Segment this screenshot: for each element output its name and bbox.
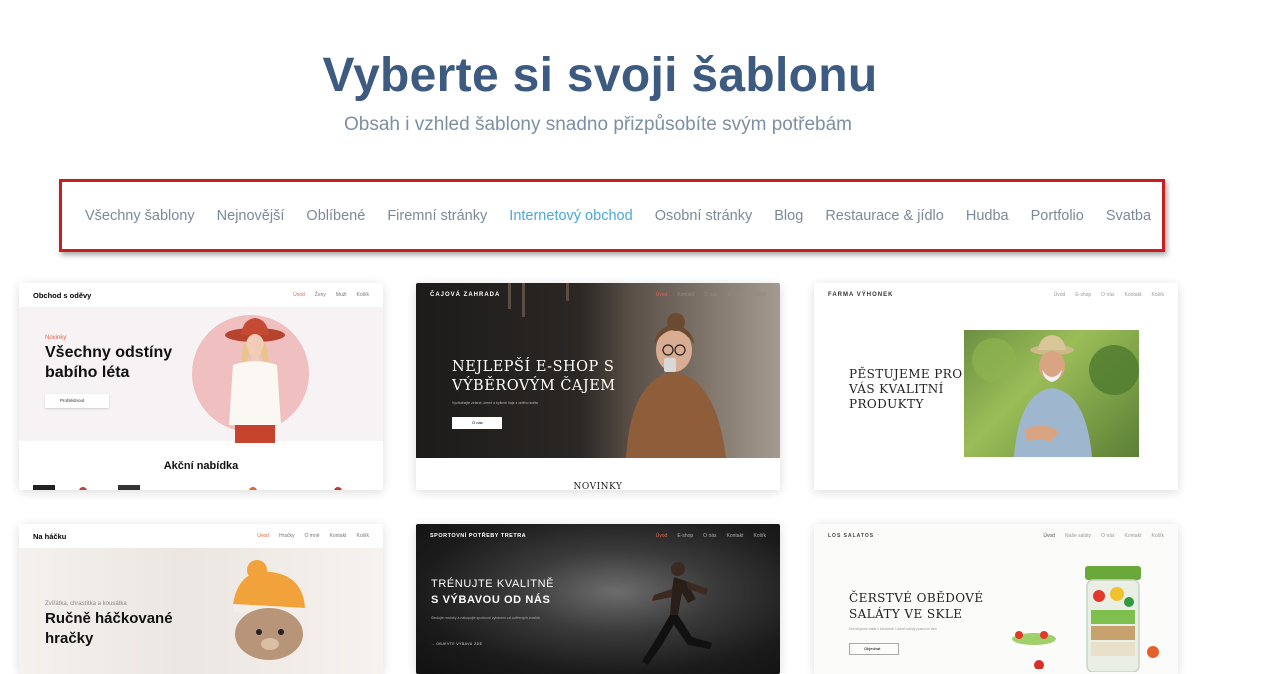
template-brand: FARMA VÝHONEK — [828, 292, 1054, 298]
hero-title-line: Všechny odstíny — [45, 343, 195, 363]
hero-kicker: Zvířátka, chrastítka a kousátka — [45, 601, 127, 607]
about-button: O nás — [452, 417, 502, 429]
hero-title: Ručně háčkované hračky — [45, 609, 173, 649]
nav-link: Muži — [336, 292, 347, 298]
hero-title-line: SALÁTY VE SKLE — [849, 606, 984, 622]
hero-title: Všechny odstíny babího léta — [45, 343, 195, 383]
template-brand: ČAJOVÁ ZAHRADA — [430, 292, 656, 298]
hero-title: PĚSTUJEME PRO VÁS KVALITNÍ PRODUKTY — [849, 367, 962, 412]
farmer-photo — [964, 330, 1139, 457]
nav-link: E-shop — [1075, 292, 1091, 298]
nav-link: Úvod — [656, 533, 668, 539]
nav-link: Kontakt — [727, 533, 744, 539]
hero-title-line: ČERSTVÉ OBĚDOVÉ — [849, 590, 984, 606]
nav-link: Kontakt — [677, 292, 694, 298]
nav-link: Kontakt — [330, 533, 347, 539]
template-card-crochet-toys[interactable]: Na háčku Úvod Hračky O mně Kontakt Košík… — [19, 524, 383, 674]
filter-newest[interactable]: Nejnovější — [206, 208, 296, 224]
filter-blog[interactable]: Blog — [763, 208, 814, 224]
template-card-sports-shop[interactable]: SPORTOVNÍ POTŘEBY TRETRA Úvod E-shop O n… — [416, 524, 780, 674]
vegetables-image — [1004, 619, 1064, 669]
template-nav: Na háčku Úvod Hračky O mně Kontakt Košík — [19, 524, 383, 548]
nav-link: O nás — [1101, 292, 1114, 298]
nav-link: Košík — [1151, 533, 1164, 539]
template-nav: FARMA VÝHONEK Úvod E-shop O nás Kontakt … — [814, 283, 1178, 307]
nav-link: O nás — [1101, 533, 1114, 539]
nav-link: O mně — [305, 533, 320, 539]
template-brand: LOS SALATOS — [828, 533, 1043, 539]
hero-title-line: TRÉNUJTE KVALITNĚ — [431, 576, 554, 592]
hero-title-line: PĚSTUJEME PRO — [849, 367, 962, 382]
order-button: Objednat — [849, 643, 899, 655]
nav-link: Naše saláty — [1065, 533, 1091, 539]
hero-kicker: Novinky — [45, 335, 66, 341]
filter-popular[interactable]: Oblíbené — [295, 208, 376, 224]
filter-music[interactable]: Hudba — [955, 208, 1020, 224]
nav-link: Úvod — [1054, 292, 1066, 298]
hero-description: Vychutnejte zelené, černé a bylinné čaje… — [452, 401, 538, 405]
nav-link: Košík — [356, 533, 369, 539]
template-brand: Na háčku — [33, 532, 257, 541]
nav-link: Úvod — [257, 533, 269, 539]
hero-title: ČERSTVÉ OBĚDOVÉ SALÁTY VE SKLE — [849, 590, 984, 622]
nav-link: Košík — [753, 533, 766, 539]
hero-title-line: Ručně háčkované — [45, 609, 173, 629]
nav-link: E-shop — [728, 292, 744, 298]
hero-title: NEJLEPŠÍ E-SHOP S VÝBĚROVÝM ČAJEM — [452, 358, 616, 396]
salad-jar-image — [1069, 552, 1159, 672]
page-title: Vyberte si svoji šablonu — [0, 48, 1200, 103]
nav-link: Úvod — [656, 292, 668, 298]
hero-description: Doručujeme salát v kanceláři i domů každ… — [849, 627, 937, 631]
nav-link: Ženy — [315, 292, 326, 298]
nav-link: Kontakt — [1125, 533, 1142, 539]
hero-title-line: babího léta — [45, 363, 195, 383]
nav-link: Košík — [356, 292, 369, 298]
nav-link: Úvod — [293, 292, 305, 298]
hero-title-line: NEJLEPŠÍ E-SHOP S — [452, 358, 616, 377]
template-card-salad-restaurant[interactable]: LOS SALATOS Úvod Naše saláty O nás Konta… — [814, 524, 1178, 674]
nav-link: Úvod — [1043, 533, 1055, 539]
template-category-filter: Všechny šablony Nejnovější Oblíbené Fire… — [59, 179, 1165, 252]
filter-wedding[interactable]: Svatba — [1095, 208, 1162, 224]
filter-personal[interactable]: Osobní stránky — [644, 208, 764, 224]
nav-link: Košík — [1151, 292, 1164, 298]
template-card-clothing-shop[interactable]: Obchod s oděvy Úvod Ženy Muži Košík Novi… — [19, 283, 383, 490]
template-brand: Obchod s oděvy — [33, 291, 293, 300]
page-subtitle: Obsah i vzhled šablony snadno přizpůsobí… — [0, 114, 1196, 136]
nav-link: Košík — [753, 292, 766, 298]
hero-title-line: PRODUKTY — [849, 397, 962, 412]
filter-business[interactable]: Firemní stránky — [376, 208, 498, 224]
template-brand: SPORTOVNÍ POTŘEBY TRETRA — [430, 533, 656, 539]
nav-link: O nás — [703, 533, 716, 539]
template-nav: SPORTOVNÍ POTŘEBY TRETRA Úvod E-shop O n… — [416, 524, 780, 548]
browse-button: Prohlédnout — [45, 394, 109, 408]
woman-in-hat-image — [209, 313, 301, 443]
runner-silhouette-image — [626, 559, 726, 669]
hero-title-line: hračky — [45, 629, 173, 649]
nav-link: Kontakt — [1125, 292, 1142, 298]
woman-drinking-tea-image — [616, 308, 736, 458]
discover-link: → OBJEVTE VÝBAVU ZDE — [431, 642, 482, 646]
template-nav: ČAJOVÁ ZAHRADA Úvod Kontakt O nás E-shop… — [416, 283, 780, 307]
hero-title-line: VÝBĚROVÝM ČAJEM — [452, 377, 616, 396]
filter-portfolio[interactable]: Portfolio — [1020, 208, 1095, 224]
section-title: NOVINKY — [416, 482, 780, 490]
hero-title: TRÉNUJTE KVALITNĚ S VÝBAVOU OD NÁS — [431, 576, 554, 608]
filter-all[interactable]: Všechny šablony — [74, 208, 206, 224]
nav-link: Hračky — [279, 533, 295, 539]
hero-description: Sledujte novinky a nakupujte sportovní v… — [431, 616, 581, 620]
nav-link: E-shop — [677, 533, 693, 539]
section-title: Akční nabídka — [19, 460, 383, 472]
nav-link: O nás — [704, 292, 717, 298]
template-card-farm[interactable]: FARMA VÝHONEK Úvod E-shop O nás Kontakt … — [814, 283, 1178, 490]
filter-restaurant[interactable]: Restaurace & jídlo — [814, 208, 954, 224]
hero-title-line: VÁS KVALITNÍ — [849, 382, 962, 397]
template-nav: Obchod s oděvy Úvod Ženy Muži Košík — [19, 283, 383, 307]
crochet-bear-image — [219, 554, 339, 664]
hero-title-line: S VÝBAVOU OD NÁS — [431, 592, 554, 608]
template-nav: LOS SALATOS Úvod Naše saláty O nás Konta… — [814, 524, 1178, 548]
template-card-tea-shop[interactable]: ČAJOVÁ ZAHRADA Úvod Kontakt O nás E-shop… — [416, 283, 780, 490]
product-thumbnails — [33, 485, 373, 490]
filter-eshop[interactable]: Internetový obchod — [498, 208, 643, 224]
